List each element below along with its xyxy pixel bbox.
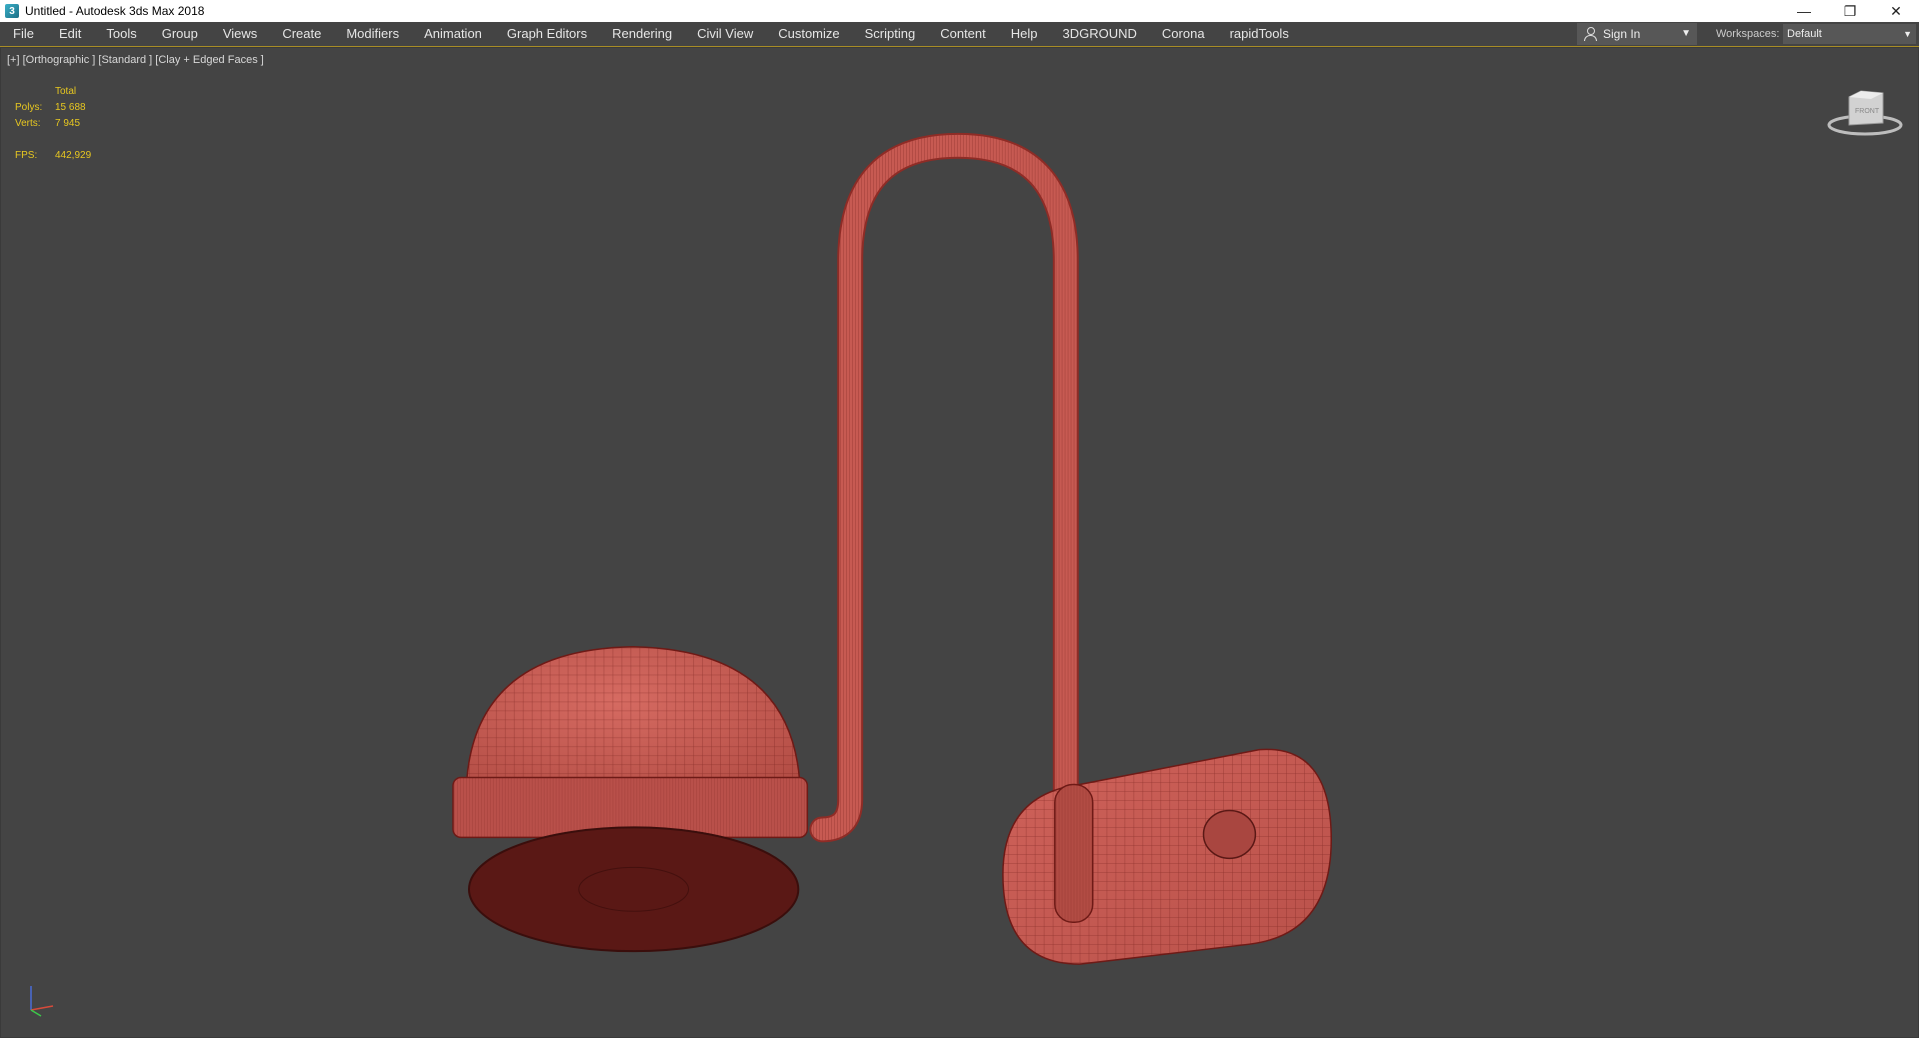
menu-customize[interactable]: Customize xyxy=(765,22,851,46)
title-bar: 3 Untitled - Autodesk 3ds Max 2018 — ❐ ✕ xyxy=(0,0,1919,22)
workspace-select[interactable]: Default ▼ xyxy=(1783,24,1916,44)
menu-tools[interactable]: Tools xyxy=(93,22,148,46)
workspace-value: Default xyxy=(1787,28,1822,40)
menu-help[interactable]: Help xyxy=(998,22,1050,46)
3dsmax-app-icon[interactable]: 3 xyxy=(5,4,19,18)
menu-group[interactable]: Group xyxy=(149,22,210,46)
sign-in-button[interactable]: Sign In ▼ xyxy=(1577,23,1697,45)
menu-civil-view[interactable]: Civil View xyxy=(684,22,765,46)
menu-rapidtools[interactable]: rapidTools xyxy=(1217,22,1301,46)
chevron-down-icon[interactable]: ▼ xyxy=(1681,28,1691,39)
menu-rendering[interactable]: Rendering xyxy=(599,22,684,46)
menu-modifiers[interactable]: Modifiers xyxy=(333,22,411,46)
close-icon[interactable]: ✕ xyxy=(1873,0,1919,22)
window-title: Untitled - Autodesk 3ds Max 2018 xyxy=(25,4,205,18)
lamp-base-plate xyxy=(1002,748,1332,965)
menu-corona[interactable]: Corona xyxy=(1149,22,1217,46)
menu-graph-editors[interactable]: Graph Editors xyxy=(494,22,599,46)
menu-views[interactable]: Views xyxy=(210,22,269,46)
sign-in-label: Sign In xyxy=(1603,27,1641,41)
window-controls: — ❐ ✕ xyxy=(1781,0,1919,22)
chevron-down-icon[interactable]: ▼ xyxy=(1903,24,1912,44)
perspective-viewport[interactable]: [+] [Orthographic ] [Standard ] [Clay + … xyxy=(0,47,1919,1038)
menu-file[interactable]: File xyxy=(0,22,46,46)
minimize-icon[interactable]: — xyxy=(1781,0,1827,22)
3d-model-lamp[interactable] xyxy=(1,48,1918,1037)
user-icon xyxy=(1583,27,1597,41)
menu-create[interactable]: Create xyxy=(269,22,333,46)
menu-animation[interactable]: Animation xyxy=(411,22,494,46)
lamp-arm xyxy=(809,132,1079,843)
menu-content[interactable]: Content xyxy=(927,22,998,46)
restore-icon[interactable]: ❐ xyxy=(1827,0,1873,22)
menu-edit[interactable]: Edit xyxy=(46,22,93,46)
menu-scripting[interactable]: Scripting xyxy=(852,22,928,46)
lamp-shade xyxy=(452,646,809,953)
menu-3dground[interactable]: 3DGROUND xyxy=(1050,22,1149,46)
workspaces-label: Workspaces: xyxy=(1716,28,1780,40)
